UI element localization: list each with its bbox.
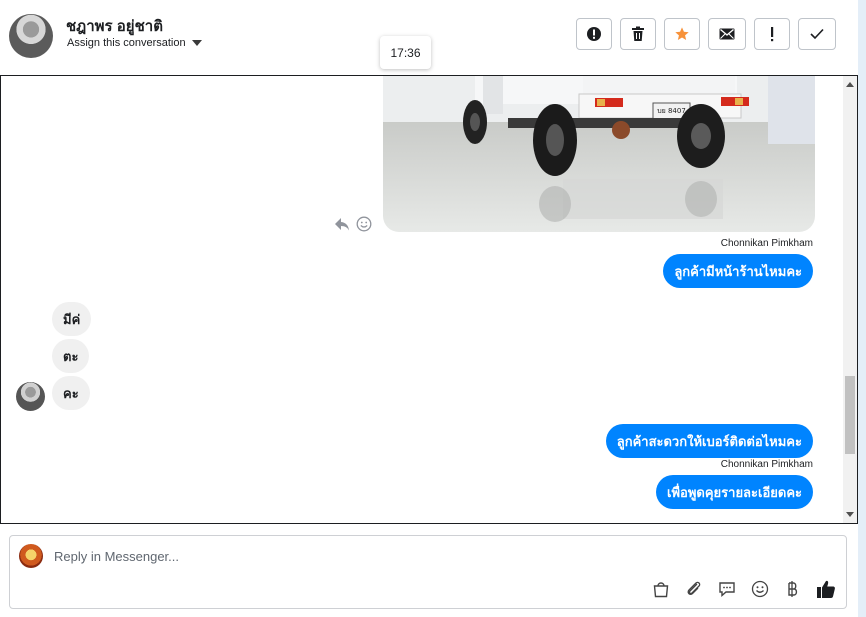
contact-avatar[interactable] — [9, 14, 53, 58]
scrollbar-thumb[interactable] — [845, 376, 855, 454]
reply-composer — [9, 535, 847, 609]
delete-button[interactable] — [620, 18, 656, 50]
thumbs-up-icon[interactable] — [816, 579, 836, 599]
assign-conversation-dropdown[interactable]: Assign this conversation — [67, 37, 202, 49]
scrollbar[interactable] — [843, 76, 857, 523]
alert-circle-icon — [587, 27, 601, 41]
sender-name: Chonnikan Pimkham — [720, 238, 813, 249]
reply-input[interactable] — [54, 545, 654, 567]
message-photo[interactable]: บย 8407 — [383, 76, 815, 232]
star-icon — [675, 27, 689, 40]
smiley-icon[interactable] — [750, 579, 770, 599]
important-button[interactable] — [754, 18, 790, 50]
svg-text:บย 8407: บย 8407 — [657, 107, 686, 115]
assign-label: Assign this conversation — [67, 37, 186, 49]
reply-tools — [651, 579, 836, 599]
sender-name: Chonnikan Pimkham — [720, 459, 813, 470]
truck-photo: บย 8407 — [383, 76, 815, 232]
incoming-message[interactable]: คะ — [52, 376, 90, 410]
outgoing-message[interactable]: เพื่อพูดคุยรายละเอียดคะ — [656, 475, 813, 509]
reply-icon[interactable] — [334, 216, 350, 232]
conversation-panel[interactable]: บย 8407 Chonnikan Pimkham ลูกค้ามีหน้าร้… — [0, 75, 858, 524]
report-button[interactable] — [576, 18, 612, 50]
star-button[interactable] — [664, 18, 700, 50]
exclamation-icon — [771, 27, 774, 42]
conversation-toolbar — [576, 18, 836, 50]
incoming-message[interactable]: มีค่ — [52, 302, 92, 336]
page-avatar — [19, 544, 43, 568]
window-edge — [858, 0, 866, 617]
outgoing-message[interactable]: ลูกค้ามีหน้าร้านไหมคะ — [663, 254, 813, 288]
check-icon — [810, 28, 824, 40]
baht-icon[interactable] — [783, 579, 803, 599]
timestamp-tooltip: 17:36 — [380, 36, 431, 69]
scroll-up-arrow-icon[interactable] — [846, 82, 854, 87]
contact-avatar-small — [16, 382, 45, 411]
contact-name[interactable]: ชฎาพร อยู่ชาติ — [66, 14, 163, 38]
mark-unread-button[interactable] — [708, 18, 746, 50]
scroll-down-arrow-icon[interactable] — [846, 512, 854, 517]
smiley-icon[interactable] — [356, 216, 372, 232]
envelope-icon — [719, 28, 735, 40]
paperclip-icon[interactable] — [684, 579, 704, 599]
done-button[interactable] — [798, 18, 836, 50]
chevron-down-icon — [191, 40, 202, 46]
outgoing-message[interactable]: ลูกค้าสะดวกให้เบอร์ติดต่อไหมคะ — [605, 424, 813, 458]
comment-icon[interactable] — [717, 579, 737, 599]
trash-icon — [632, 26, 644, 41]
message-actions — [334, 216, 372, 232]
bag-icon[interactable] — [651, 579, 671, 599]
incoming-message[interactable]: ตะ — [52, 339, 90, 373]
